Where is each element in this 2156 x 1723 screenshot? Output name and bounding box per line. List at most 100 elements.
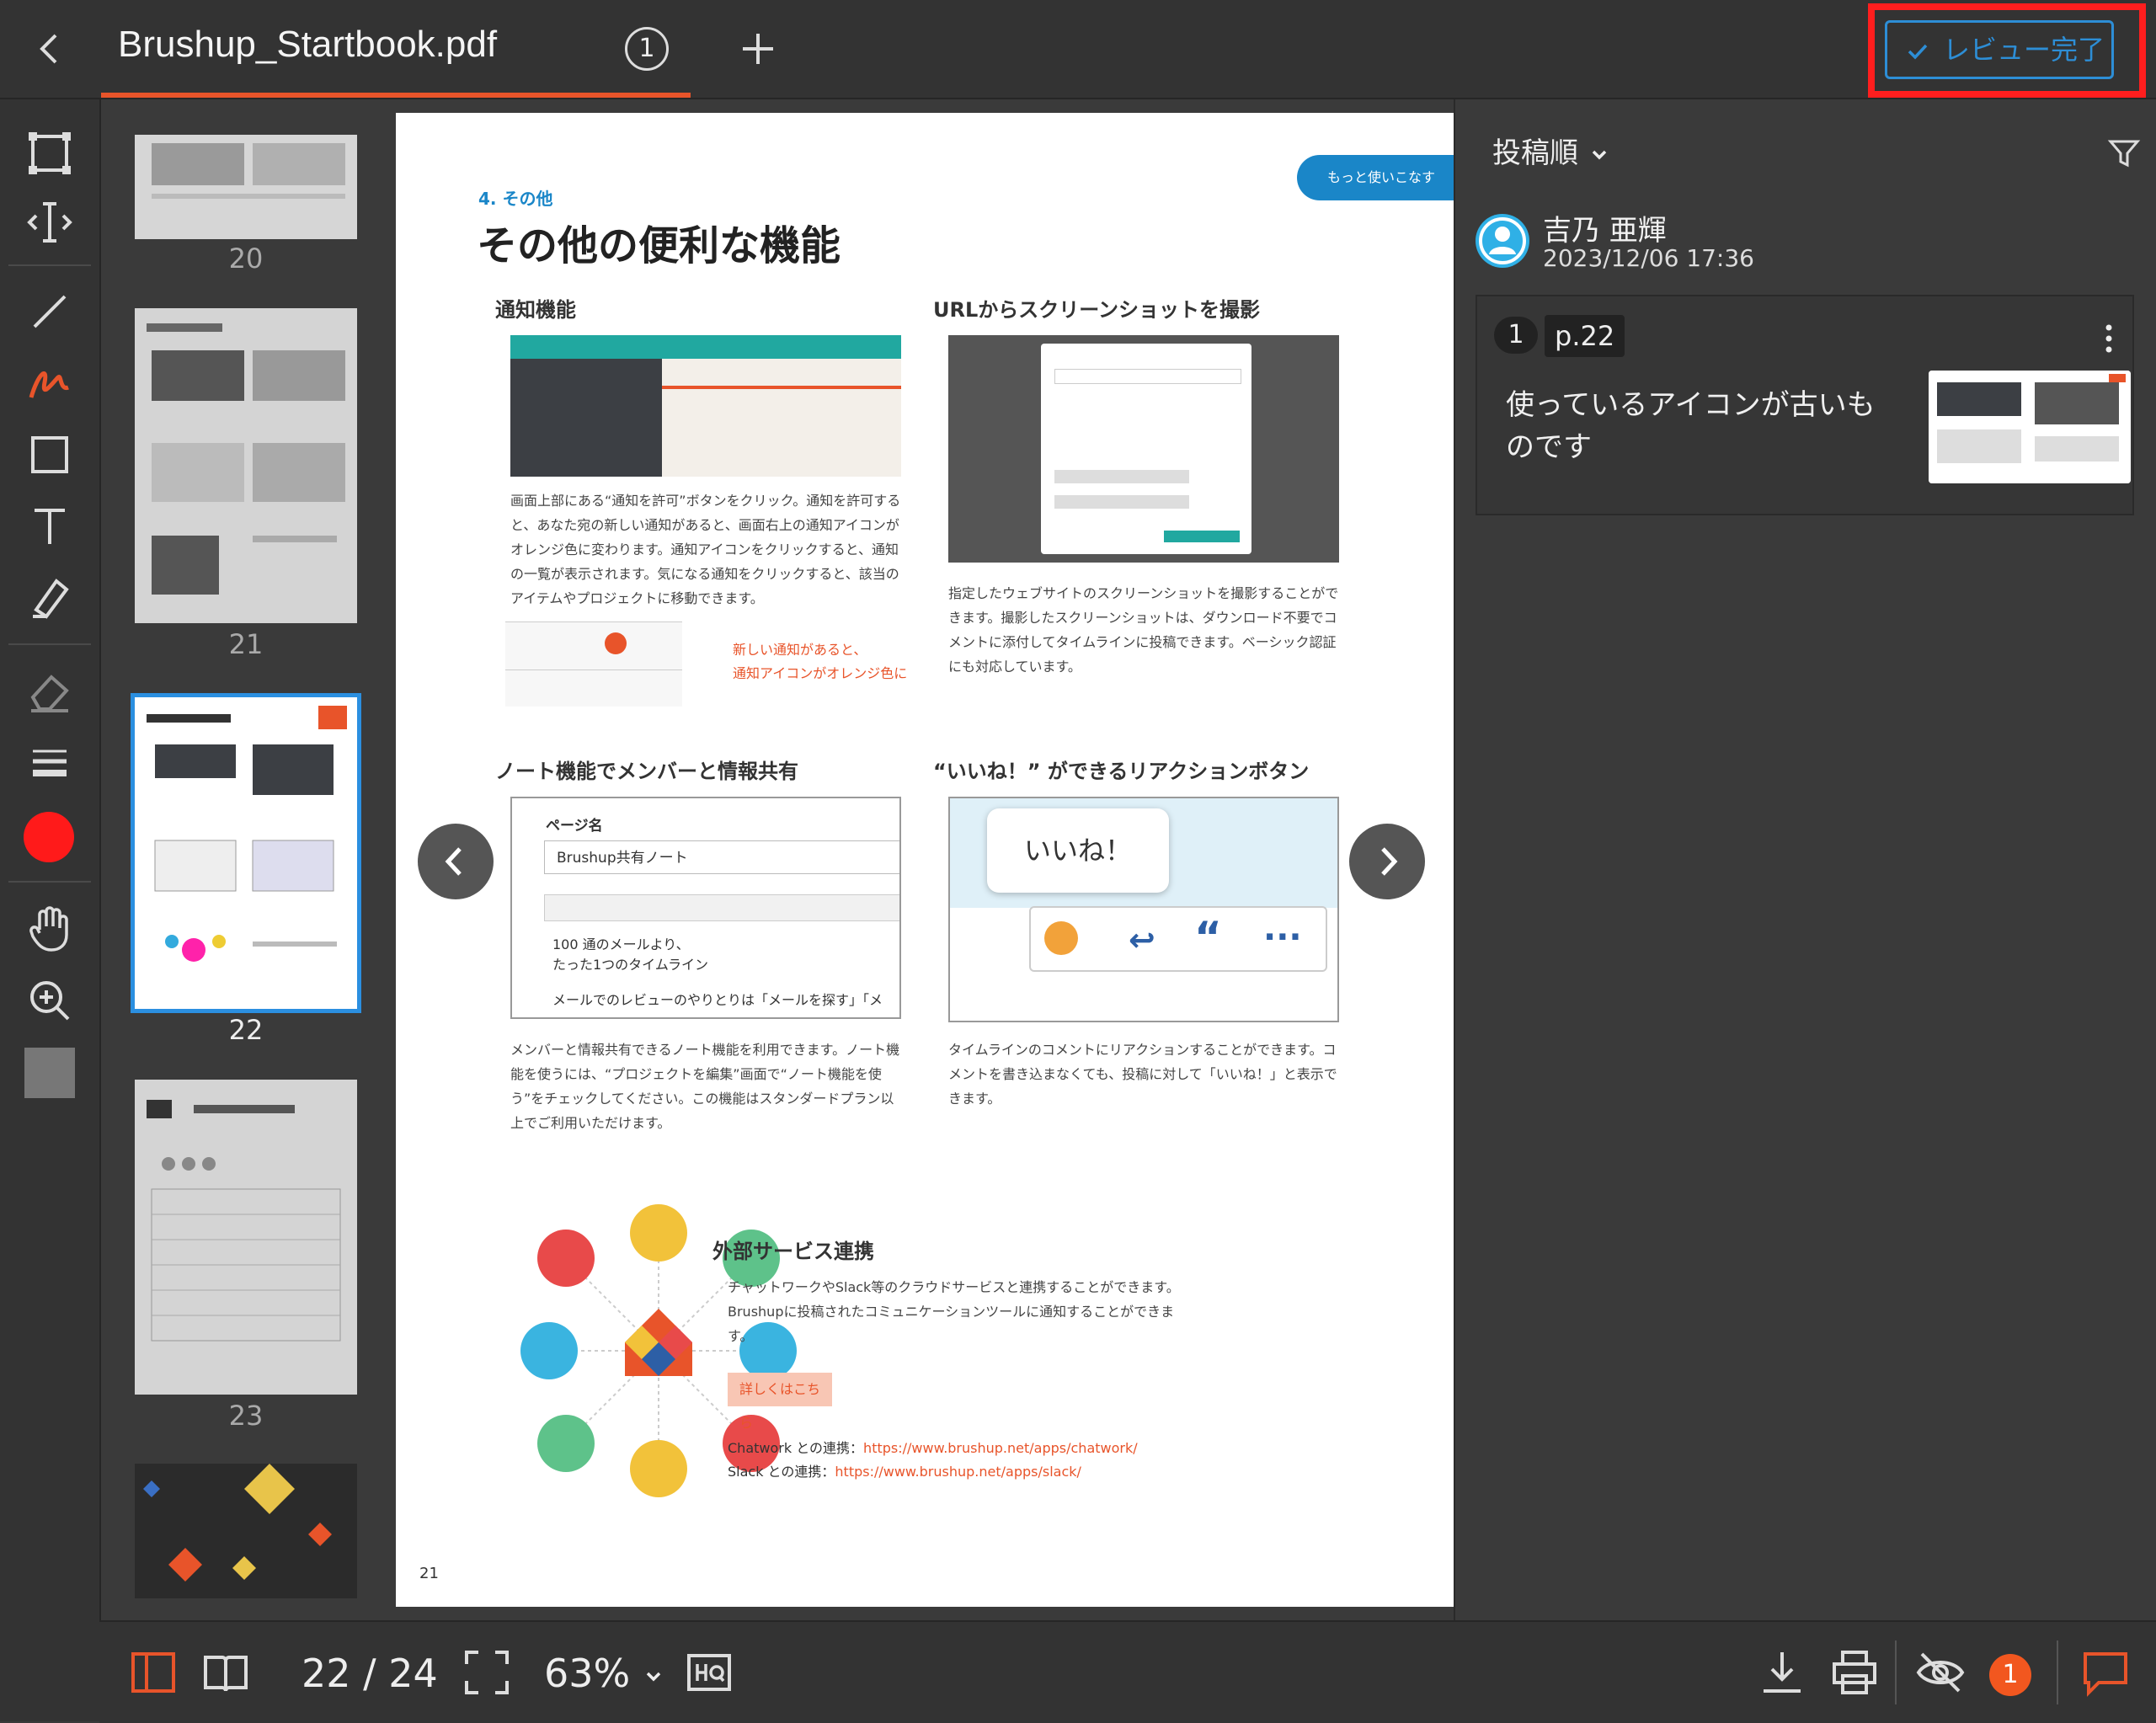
comment-text: 使っているアイコンが古いものです [1506, 388, 1876, 464]
section-badge: もっと使いこなす [1297, 155, 1454, 200]
highlighter-icon[interactable] [24, 571, 75, 621]
review-complete-label: レビュー完了 [1943, 34, 2105, 66]
chevron-right-icon [1381, 847, 1398, 876]
section-notify-title: 通知機能 [495, 298, 576, 322]
ext-chatwork-line: Chatwork との連携：https://www.brushup.net/ap… [728, 1437, 1138, 1457]
section-ext-title: 外部サービス連携 [712, 1240, 874, 1263]
file-name: Brushup_Startbook.pdf [118, 24, 498, 65]
ext-chatwork-link[interactable]: https://www.brushup.net/apps/chatwork/ [863, 1440, 1138, 1456]
separator [8, 264, 91, 266]
fill-color-swatch[interactable] [24, 1048, 75, 1098]
active-tab-indicator [101, 93, 691, 98]
comment-number: 1 [1494, 317, 1538, 354]
comment-panel: 投稿順 吉乃 亜輝 2023/12/06 17:36 1 p.22 使っているア… [1454, 99, 2156, 1620]
text-tool-icon[interactable] [24, 500, 75, 551]
notify-screenshot [510, 335, 901, 477]
url-description: 指定したウェブサイトのスクリーンショットを撮影することができます。撮影したスクリ… [948, 585, 1339, 675]
ext-more-button[interactable]: 詳しくはこちら [728, 1373, 832, 1431]
separator [8, 881, 91, 883]
print-icon[interactable] [1829, 1647, 1880, 1698]
note-page-label: ページ名 [546, 818, 603, 835]
chevron-left-icon[interactable] [30, 29, 71, 69]
page-counter: 22 / 24 [302, 1651, 438, 1696]
rectangle-icon[interactable] [24, 429, 75, 480]
eraser-icon[interactable] [24, 665, 75, 716]
hand-icon[interactable] [24, 903, 75, 953]
review-complete-button[interactable]: レビュー完了 [1885, 20, 2114, 79]
sidebar-toggle-icon[interactable] [128, 1647, 179, 1698]
note-body-3: メールでのレビューのやりとりは「メールを探す」「メ [552, 992, 883, 1008]
book-view-icon[interactable] [200, 1647, 251, 1698]
highlight-frame: レビュー完了 [1868, 3, 2146, 98]
notify-illustration [505, 621, 682, 707]
thumbnail-page-21[interactable] [135, 308, 357, 623]
thumbnail-page-24[interactable] [135, 1464, 357, 1598]
section-note-title: ノート機能でメンバーと情報共有 [495, 760, 798, 783]
sort-dropdown[interactable]: 投稿順 [1492, 130, 1611, 171]
avatar [1476, 214, 1529, 268]
chevron-left-icon [445, 847, 462, 876]
separator [8, 643, 91, 645]
check-icon [1908, 44, 1928, 60]
top-bar: Brushup_Startbook.pdf 1 レビュー完了 [0, 0, 2156, 99]
bottom-bar: 22 / 24 63% 1 [99, 1620, 2156, 1723]
note-body-1: 100 通のメールより、 [552, 936, 690, 952]
more-vertical-icon[interactable] [2104, 323, 2114, 354]
eye-off-icon[interactable] [1915, 1647, 1966, 1698]
file-tab[interactable]: Brushup_Startbook.pdf [101, 0, 691, 98]
thumbnail-label: 20 [228, 243, 264, 275]
thumbnail-page-20[interactable] [135, 135, 357, 239]
thumbnail-page-22[interactable] [131, 693, 361, 1013]
comment-thumbnail[interactable] [1929, 371, 2131, 483]
chapter-label: 4. その他 [478, 189, 553, 209]
thumbnail-label: 22 [228, 1014, 264, 1046]
freehand-pen-icon[interactable] [24, 357, 75, 408]
thumbnail-page-23[interactable] [135, 1080, 357, 1395]
plus-icon[interactable] [734, 25, 782, 72]
ext-slack-link[interactable]: https://www.brushup.net/apps/slack/ [835, 1464, 1081, 1480]
notification-badge[interactable]: 1 [1989, 1654, 2031, 1696]
comment-timestamp: 2023/12/06 17:36 [1543, 244, 1754, 272]
url-screenshot [948, 335, 1339, 563]
zoom-level: 63% [544, 1651, 631, 1696]
ext-chatwork-label: Chatwork との連携： [728, 1440, 864, 1456]
line-icon[interactable] [24, 286, 75, 337]
select-rectangle-icon[interactable] [24, 128, 75, 179]
hq-icon[interactable] [684, 1647, 734, 1698]
page-thumbnails: 20 21 22 23 [101, 99, 387, 1620]
like-screenshot: いいね！ ↩ “ ··· [948, 797, 1339, 1022]
commenter-name: 吉乃 亜輝 [1543, 214, 1667, 248]
ext-slack-label: Slack との連携： [728, 1464, 835, 1480]
text-cursor-icon[interactable] [24, 197, 75, 248]
comment-page-tag[interactable]: p.22 [1545, 315, 1625, 357]
section-url-title: URLからスクリーンショットを撮影 [933, 298, 1261, 322]
chevron-down-icon [646, 1672, 661, 1681]
pdf-page[interactable]: もっと使いこなす 4. その他 その他の便利な機能 通知機能 画面上部にある“通… [396, 113, 1454, 1607]
prev-page-button[interactable] [418, 824, 494, 899]
download-icon[interactable] [1757, 1647, 1807, 1698]
zoom-dropdown[interactable]: 63% [544, 1651, 664, 1696]
filter-icon[interactable] [2107, 136, 2141, 170]
next-page-button[interactable] [1349, 824, 1425, 899]
comment-card[interactable]: 1 p.22 使っているアイコンが古いものです [1476, 295, 2134, 515]
note-body-2: たった1つのタイムライン [552, 957, 709, 973]
notify-callout-2: 通知アイコンがオレンジ色に [733, 665, 908, 681]
like-bubble: いいね！ [987, 808, 1169, 893]
like-description: タイムラインのコメントにリアクションすることができます。コメントを書き込まなくて… [948, 1042, 1337, 1107]
thumbnail-label: 21 [228, 628, 264, 660]
note-page-value: Brushup共有ノート [544, 840, 899, 874]
comment-icon[interactable] [2080, 1647, 2131, 1698]
stroke-width-icon[interactable] [24, 736, 75, 787]
note-description: メンバーと情報共有できるノート機能を利用できます。ノート機能を使うには、“プロジ… [510, 1042, 900, 1131]
page-number: 21 [419, 1565, 439, 1582]
page-title: その他の便利な機能 [477, 222, 841, 269]
ext-slack-line: Slack との連携：https://www.brushup.net/apps/… [728, 1460, 1081, 1480]
separator [2057, 1640, 2058, 1704]
color-picker[interactable] [24, 812, 74, 862]
tab-count-badge[interactable]: 1 [625, 27, 669, 71]
zoom-in-icon[interactable] [24, 975, 75, 1026]
fullscreen-icon[interactable] [462, 1647, 512, 1698]
chevron-down-icon [1592, 150, 1607, 159]
section-like-title: “いいね！” ができるリアクションボタン [933, 760, 1310, 783]
separator [1895, 1640, 1897, 1704]
